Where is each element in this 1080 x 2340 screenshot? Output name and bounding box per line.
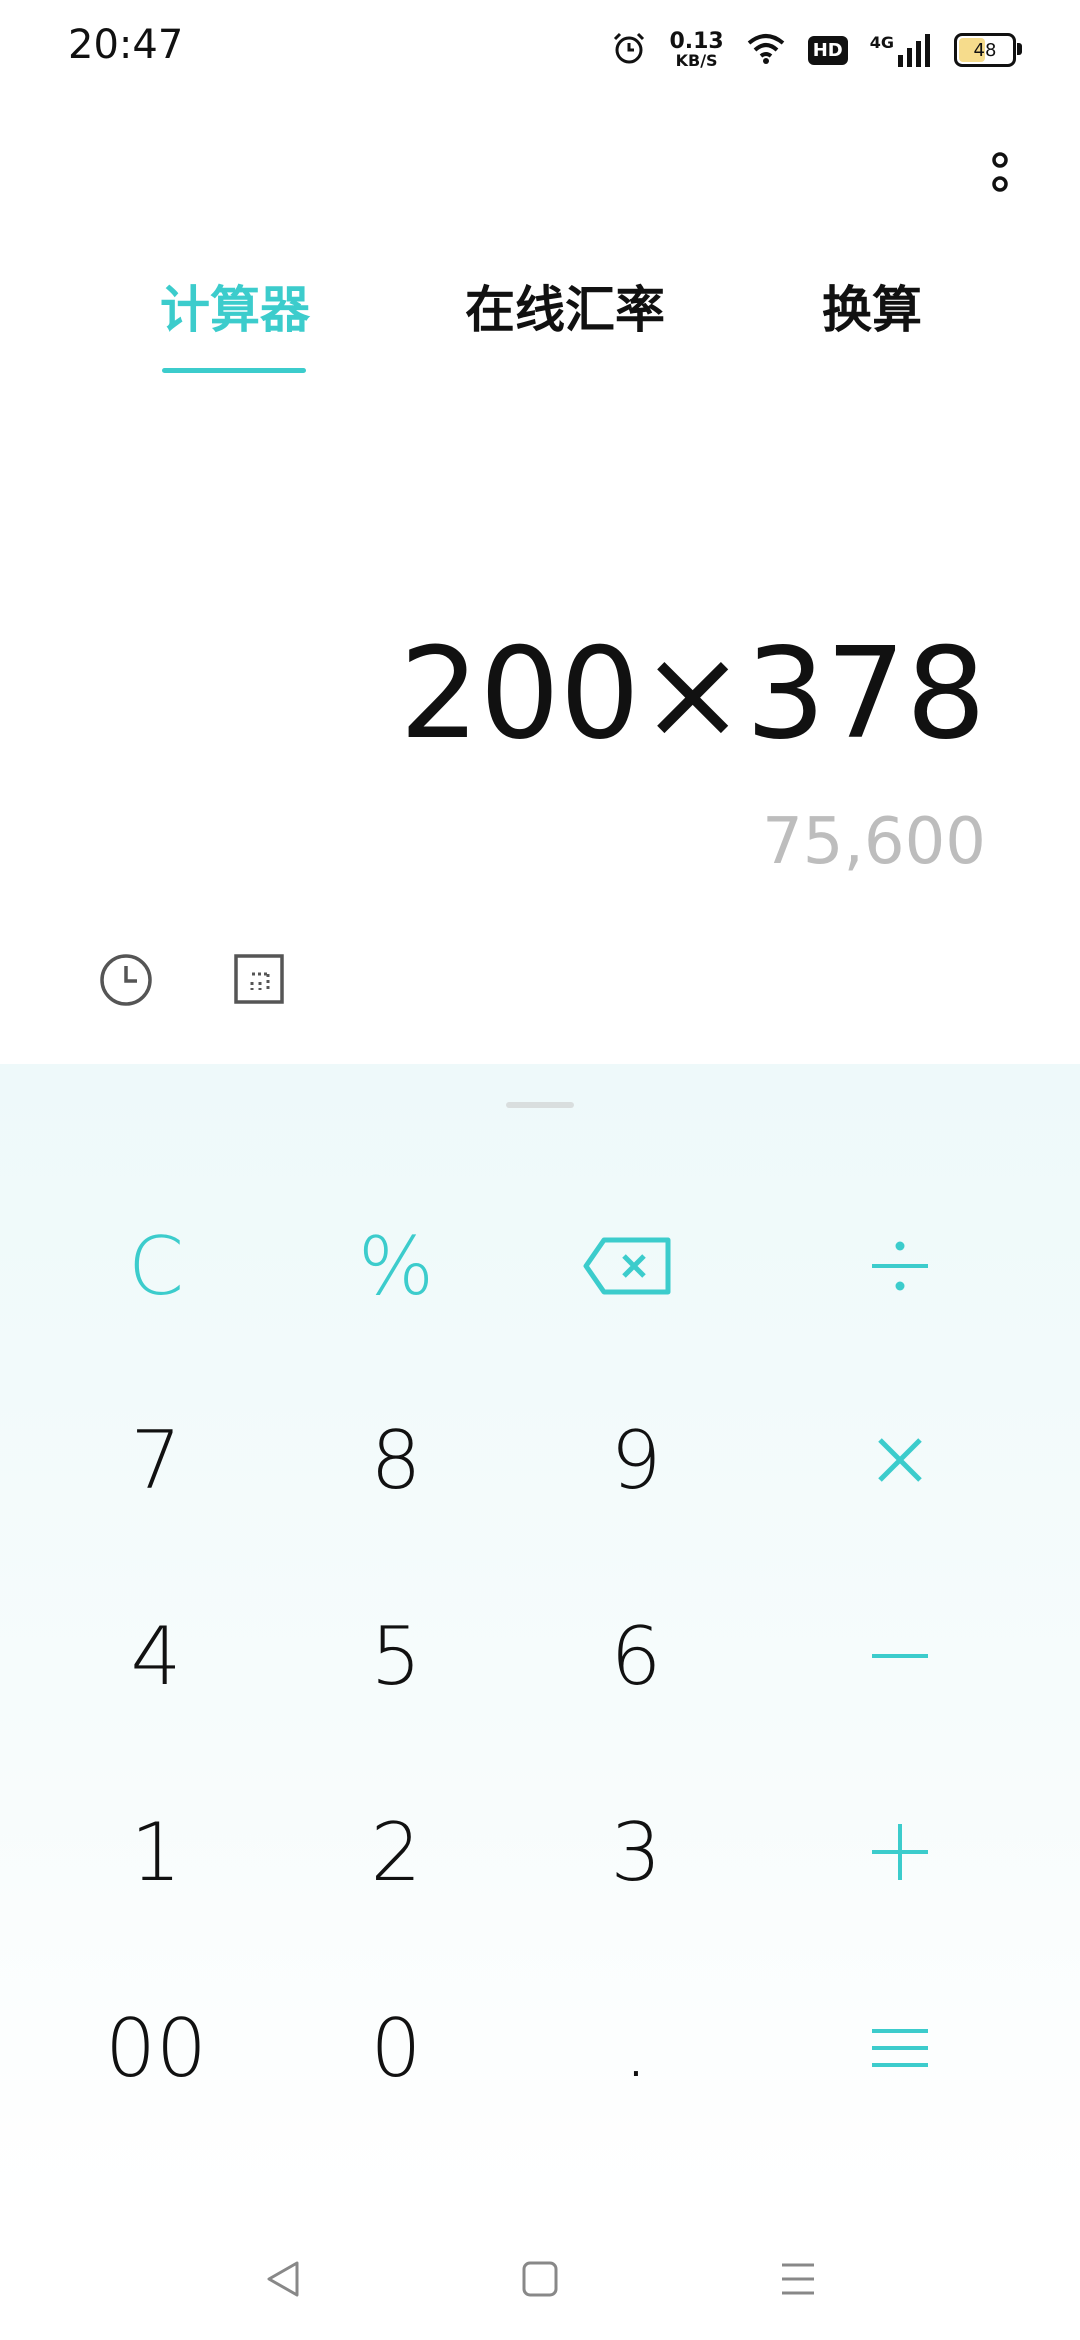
key-3[interactable]: 3 [536, 1777, 736, 1927]
net-speed: 0.13 KB/S [669, 31, 723, 69]
back-icon [267, 2261, 299, 2297]
hd-badge: HD [807, 35, 848, 65]
backspace-key[interactable] [528, 1191, 728, 1341]
key-6[interactable]: 6 [536, 1581, 736, 1731]
status-bar: 20:47 0.13 KB/S HD 4G 48 [0, 0, 1080, 96]
key-7[interactable]: 7 [56, 1385, 256, 1535]
tab-calculator[interactable]: 计算器 [150, 270, 320, 342]
alarm-icon [611, 30, 647, 70]
minus-key[interactable] [800, 1581, 1000, 1731]
percent-key[interactable]: % [296, 1191, 496, 1341]
recents-button[interactable] [763, 2244, 833, 2314]
status-icons: 0.13 KB/S HD 4G 48 [611, 28, 1022, 72]
status-time: 20:47 [68, 22, 184, 68]
wifi-icon [746, 31, 786, 69]
multiply-key[interactable] [800, 1385, 1000, 1535]
key-2[interactable]: 2 [296, 1777, 496, 1927]
network-type-label: 4G [869, 33, 894, 52]
home-icon [522, 2261, 558, 2297]
keypad-drag-handle[interactable] [506, 1102, 574, 1108]
keypad: C % 7 8 9 4 5 6 1 2 3 00 0 . [0, 1064, 1080, 2214]
key-8[interactable]: 8 [296, 1385, 496, 1535]
result-display: 75,600 [762, 805, 986, 879]
home-button[interactable] [505, 2244, 575, 2314]
system-nav-bar [0, 2214, 1080, 2340]
key-9[interactable]: 9 [536, 1385, 736, 1535]
minus-icon [872, 1654, 928, 1658]
tab-unit-conversion[interactable]: 换算 [812, 270, 932, 342]
divide-key[interactable] [800, 1191, 1000, 1341]
net-speed-value: 0.13 [669, 29, 724, 54]
battery-tip [1017, 43, 1022, 55]
recents-icon [782, 2263, 814, 2295]
backspace-icon [583, 1237, 671, 1295]
battery-level: 48 [973, 39, 997, 61]
expression-display: 200×378 [399, 620, 986, 767]
back-button[interactable] [248, 2244, 318, 2314]
decimal-key[interactable]: . [536, 1973, 736, 2123]
equals-key[interactable] [800, 1973, 1000, 2123]
net-speed-unit: KB/S [675, 51, 718, 70]
key-4[interactable]: 4 [56, 1581, 256, 1731]
key-1[interactable]: 1 [56, 1777, 256, 1927]
key-5[interactable]: 5 [296, 1581, 496, 1731]
key-00[interactable]: 00 [56, 1973, 256, 2123]
key-0[interactable]: 0 [296, 1973, 496, 2123]
equals-icon [872, 2029, 928, 2067]
scientific-mode-icon[interactable] [230, 950, 290, 1010]
signal-icon: 4G [870, 33, 932, 67]
divide-icon [872, 1241, 928, 1291]
plus-icon [872, 1824, 928, 1880]
plus-key[interactable] [800, 1777, 1000, 1927]
tab-active-indicator [162, 368, 306, 373]
more-options-button[interactable] [976, 138, 1024, 210]
history-icon[interactable] [96, 950, 156, 1010]
clear-key[interactable]: C [56, 1191, 256, 1341]
multiply-icon [878, 1438, 922, 1482]
tab-exchange-rate[interactable]: 在线汇率 [450, 270, 680, 342]
battery-icon: 48 [954, 33, 1022, 67]
